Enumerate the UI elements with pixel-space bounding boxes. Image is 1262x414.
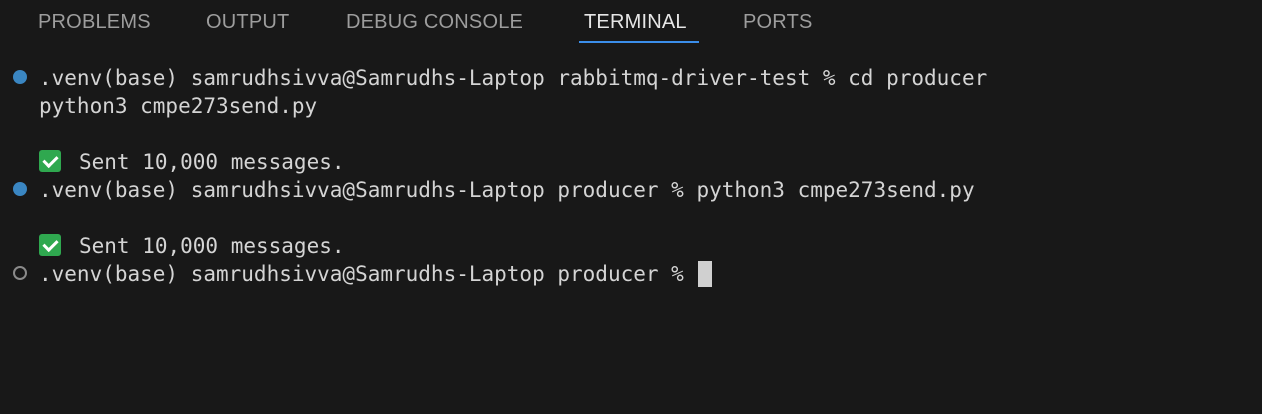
terminal-line: Sent 10,000 messages. — [39, 232, 345, 260]
terminal-line-text: .venv(base) samrudhsivva@Samrudhs-Laptop… — [39, 178, 975, 202]
command-success-decoration[interactable] — [13, 70, 27, 84]
terminal-cursor — [698, 261, 713, 287]
terminal-panel: PROBLEMS OUTPUT DEBUG CONSOLE TERMINAL P… — [0, 0, 1262, 414]
tab-problems[interactable]: PROBLEMS — [38, 10, 151, 34]
terminal-line-text: .venv(base) samrudhsivva@Samrudhs-Laptop… — [39, 262, 697, 286]
command-pending-decoration[interactable] — [13, 266, 27, 280]
command-success-decoration[interactable] — [13, 182, 27, 196]
tab-debug-console[interactable]: DEBUG CONSOLE — [346, 10, 523, 34]
terminal-line-text: Sent 10,000 messages. — [79, 234, 345, 258]
check-mark-icon — [39, 234, 61, 256]
terminal-line-text: Sent 10,000 messages. — [79, 150, 345, 174]
terminal-prompt-line[interactable]: .venv(base) samrudhsivva@Samrudhs-Laptop… — [39, 260, 713, 288]
tab-ports[interactable]: PORTS — [743, 10, 813, 34]
terminal-line: Sent 10,000 messages. — [39, 148, 345, 176]
terminal-line: python3 cmpe273send.py — [39, 92, 317, 120]
tab-terminal[interactable]: TERMINAL — [584, 10, 687, 34]
tab-output[interactable]: OUTPUT — [206, 10, 289, 34]
active-tab-indicator — [579, 41, 699, 43]
check-mark-icon — [39, 150, 61, 172]
terminal-line-text: python3 cmpe273send.py — [39, 94, 318, 118]
terminal-line: .venv(base) samrudhsivva@Samrudhs-Laptop… — [39, 176, 975, 204]
terminal-line-text: .venv(base) samrudhsivva@Samrudhs-Laptop… — [39, 66, 988, 90]
panel-tab-bar: PROBLEMS OUTPUT DEBUG CONSOLE TERMINAL P… — [0, 0, 1262, 44]
terminal-line: .venv(base) samrudhsivva@Samrudhs-Laptop… — [39, 64, 987, 92]
